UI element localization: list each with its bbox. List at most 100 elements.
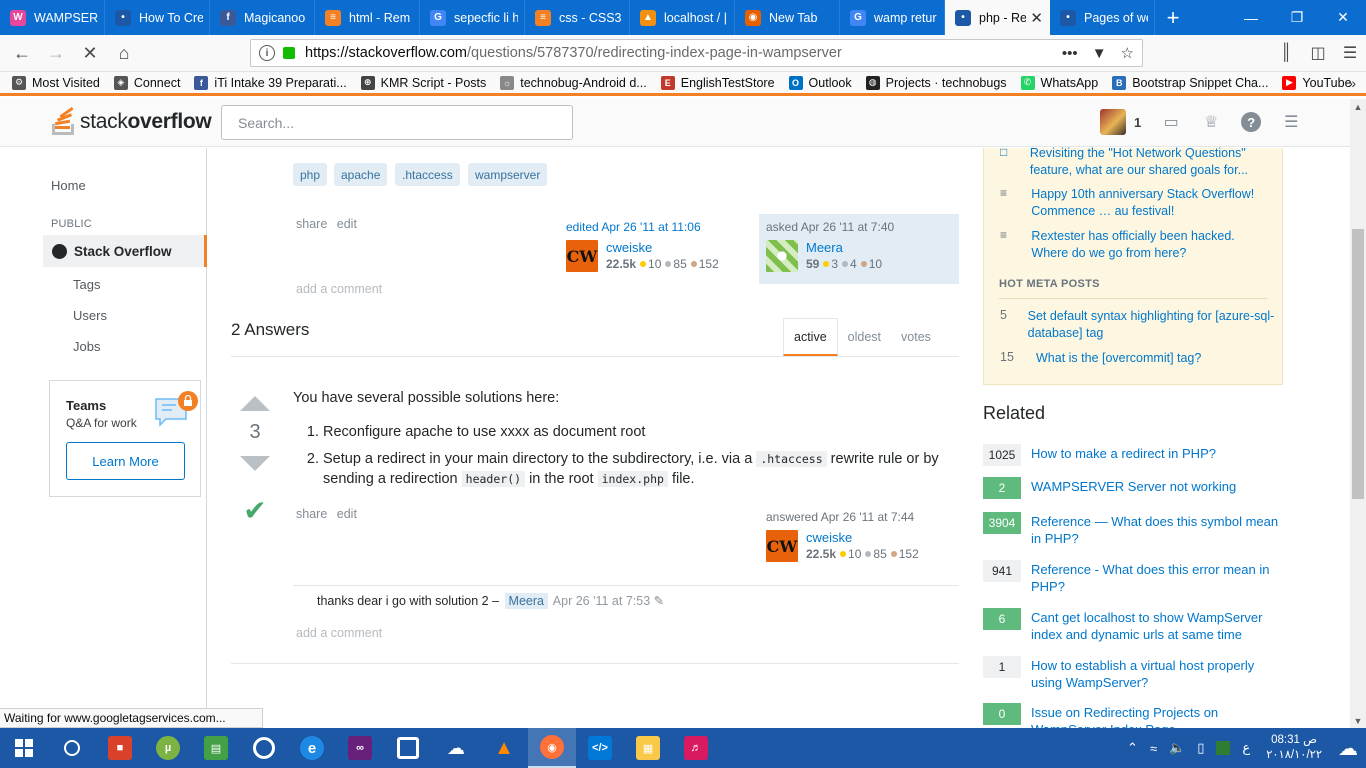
- related-link[interactable]: How to make a redirect in PHP?: [1031, 445, 1216, 466]
- nav-jobs[interactable]: Jobs: [73, 339, 100, 354]
- asker-avatar[interactable]: [766, 240, 798, 272]
- menu-icon[interactable]: ☰: [1334, 37, 1366, 69]
- sidebar-icon[interactable]: ◫: [1302, 37, 1334, 69]
- share-link[interactable]: share: [296, 507, 327, 521]
- back-arrow-icon[interactable]: ←: [6, 37, 38, 69]
- file-icon[interactable]: ■: [96, 728, 144, 768]
- bookmark-item[interactable]: ⊕ KMR Script - Posts: [360, 75, 486, 90]
- minimize-icon[interactable]: —: [1228, 0, 1274, 35]
- browser-tab[interactable]: ◉ New Tab: [735, 0, 840, 35]
- related-link[interactable]: Cant get localhost to show WampServer in…: [1031, 609, 1283, 643]
- stop-loading-icon[interactable]: ✕: [74, 37, 106, 69]
- related-link[interactable]: WAMPSERVER Server not working: [1031, 478, 1236, 499]
- home-icon[interactable]: ⌂: [108, 37, 140, 69]
- nav-users[interactable]: Users: [73, 308, 107, 323]
- help-icon[interactable]: ?: [1241, 112, 1262, 132]
- firefox-icon[interactable]: ◉: [528, 728, 576, 768]
- bookmark-item[interactable]: ▶ YouTube: [1282, 75, 1352, 90]
- browser-tab[interactable]: • How To Cre: [105, 0, 210, 35]
- nav-stack-overflow[interactable]: Stack Overflow: [43, 235, 207, 267]
- asker-name[interactable]: Meera: [806, 240, 882, 255]
- address-bar[interactable]: i https://stackoverflow.com/questions/57…: [250, 39, 1143, 67]
- browser-tab[interactable]: Gwamp retur: [840, 0, 945, 35]
- language-indicator[interactable]: ع: [1242, 740, 1250, 756]
- soundcloud-icon[interactable]: ☁: [432, 728, 480, 768]
- nav-tags[interactable]: Tags: [73, 277, 100, 292]
- related-link[interactable]: Reference — What does this symbol mean i…: [1031, 513, 1283, 547]
- pocket-icon[interactable]: ▼: [1092, 45, 1107, 62]
- bookmark-item[interactable]: B Bootstrap Snippet Cha...: [1112, 75, 1268, 90]
- library-icon[interactable]: ║: [1270, 37, 1302, 69]
- vlc-icon[interactable]: ▲: [480, 728, 528, 768]
- volume-icon[interactable]: 🔈: [1169, 740, 1185, 756]
- bookmark-star-icon[interactable]: ☆: [1121, 44, 1134, 62]
- browser-tab[interactable]: W WAMPSERV: [0, 0, 105, 35]
- scroll-down-icon[interactable]: ▼: [1350, 713, 1366, 729]
- nav-home[interactable]: Home: [51, 178, 86, 193]
- page-scrollbar[interactable]: ▲ ▼: [1350, 99, 1366, 729]
- clock[interactable]: 08:31 ص ٢٠١٨/١٠/٢٢: [1266, 733, 1322, 763]
- sticky-app-icon[interactable]: [384, 728, 432, 768]
- bookmark-item[interactable]: ⚙ Most Visited: [12, 75, 100, 90]
- bulletin-link[interactable]: Happy 10th anniversary Stack Overflow! C…: [1031, 186, 1275, 220]
- wifi-icon[interactable]: ≈: [1150, 741, 1157, 756]
- hot-meta-link[interactable]: Set default syntax highlighting for [azu…: [1028, 308, 1275, 342]
- inbox-icon[interactable]: ▭: [1161, 112, 1181, 132]
- edit-link[interactable]: edit: [337, 507, 357, 521]
- page-actions-icon[interactable]: •••: [1062, 45, 1078, 62]
- tab-active[interactable]: active: [783, 318, 838, 356]
- app-pink-icon[interactable]: ♬: [672, 728, 720, 768]
- browser-tab[interactable]: • Pages of we: [1050, 0, 1155, 35]
- more-bookmarks-icon[interactable]: »: [1348, 75, 1356, 91]
- edit-link[interactable]: edit: [337, 217, 357, 231]
- app-tray-icon[interactable]: [1216, 741, 1231, 755]
- comment-date[interactable]: Apr 26 '11 at 7:53: [553, 594, 650, 608]
- bulletin-link[interactable]: Revisiting the "Hot Network Questions" f…: [1030, 145, 1275, 179]
- answerer-name[interactable]: cweiske: [806, 530, 919, 545]
- bookmark-item[interactable]: ◈ Connect: [113, 75, 180, 90]
- edited-date[interactable]: edited Apr 26 '11 at 11:06: [566, 220, 752, 234]
- utorrent-icon[interactable]: µ: [144, 728, 192, 768]
- info-icon[interactable]: i: [259, 45, 275, 61]
- related-link[interactable]: Reference - What does this error mean in…: [1031, 561, 1283, 595]
- search-input[interactable]: Search...: [221, 105, 573, 140]
- close-tab-icon[interactable]: ✕: [1026, 9, 1043, 27]
- related-link[interactable]: How to establish a virtual host properly…: [1031, 657, 1283, 691]
- cortana-icon[interactable]: [48, 728, 96, 768]
- tag-wampserver[interactable]: wampserver: [468, 163, 548, 186]
- tab-oldest[interactable]: oldest: [838, 318, 891, 356]
- stackoverflow-logo[interactable]: stackoverflow: [50, 106, 212, 137]
- bookmark-item[interactable]: ✆ WhatsApp: [1020, 75, 1098, 90]
- vscode-icon[interactable]: </>: [576, 728, 624, 768]
- downvote-icon[interactable]: [240, 456, 270, 471]
- browser-tab[interactable]: f Magicanoo: [210, 0, 315, 35]
- apps-icon[interactable]: ▤: [192, 728, 240, 768]
- hot-meta-link[interactable]: What is the [overcommit] tag?: [1036, 350, 1201, 367]
- site-switcher-icon[interactable]: ☰: [1281, 112, 1301, 132]
- learn-more-button[interactable]: Learn More: [66, 442, 185, 480]
- forward-arrow-icon[interactable]: →: [40, 37, 72, 69]
- new-tab-button[interactable]: +: [1155, 0, 1191, 35]
- comment-user[interactable]: Meera: [504, 593, 548, 609]
- bulletin-link[interactable]: Rextester has officially been hacked. Wh…: [1031, 228, 1275, 262]
- opera-icon[interactable]: [240, 728, 288, 768]
- browser-tab[interactable]: ≡ html - Rem: [315, 0, 420, 35]
- editor-name[interactable]: cweiske: [606, 240, 719, 255]
- bookmark-item[interactable]: ◍ Projects · technobugs: [865, 75, 1007, 90]
- edge-icon[interactable]: e: [288, 728, 336, 768]
- avatar[interactable]: [1100, 109, 1126, 135]
- question-add-comment[interactable]: add a comment: [296, 282, 382, 296]
- tab-votes[interactable]: votes: [891, 318, 941, 356]
- pencil-icon[interactable]: ✎: [654, 594, 664, 608]
- tag-php[interactable]: php: [293, 163, 328, 186]
- share-link[interactable]: share: [296, 217, 327, 231]
- bookmark-item[interactable]: f iTi Intake 39 Preparati...: [194, 75, 347, 90]
- close-window-icon[interactable]: ✕: [1320, 0, 1366, 35]
- tag-apache[interactable]: apache: [334, 163, 388, 186]
- restore-icon[interactable]: ❐: [1274, 0, 1320, 35]
- bookmark-item[interactable]: ☼ technobug-Android d...: [500, 75, 647, 90]
- tag-htaccess[interactable]: .htaccess: [395, 163, 460, 186]
- battery-icon[interactable]: ▯: [1197, 740, 1204, 756]
- upvote-icon[interactable]: [240, 396, 270, 411]
- browser-tab[interactable]: • php - Re ✕: [945, 0, 1050, 35]
